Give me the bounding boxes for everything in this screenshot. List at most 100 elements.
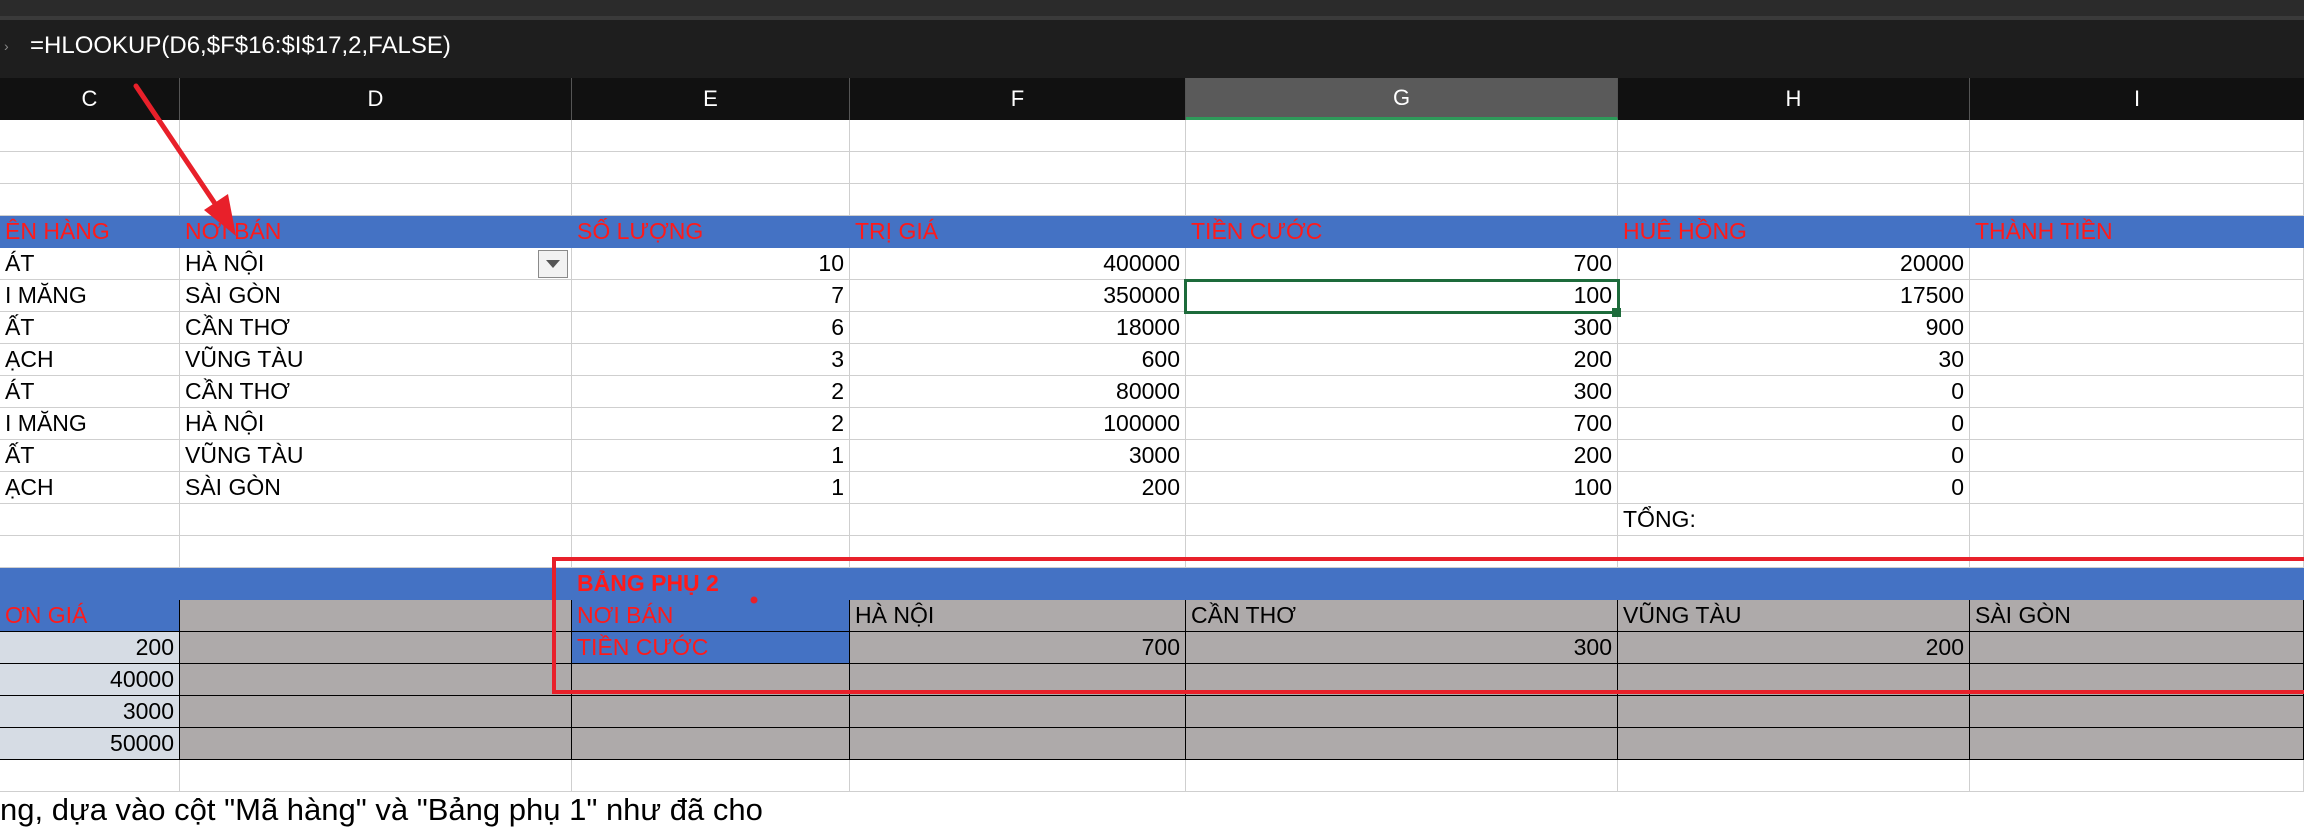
cell[interactable]: [1186, 120, 1618, 152]
cell-tien-cuoc[interactable]: 700: [1186, 408, 1618, 440]
header-hue-hong[interactable]: HUÊ HỒNG: [1618, 216, 1970, 248]
cell[interactable]: [1186, 504, 1618, 536]
cell[interactable]: [572, 120, 850, 152]
cell-noi-ban[interactable]: CẦN THƠ: [180, 376, 572, 408]
cell[interactable]: [1186, 184, 1618, 216]
cell-hue-hong[interactable]: 0: [1618, 440, 1970, 472]
cell-tri-gia[interactable]: 400000: [850, 248, 1186, 280]
cell-so-luong[interactable]: 7: [572, 280, 850, 312]
cell[interactable]: [572, 184, 850, 216]
cell[interactable]: [572, 152, 850, 184]
cell[interactable]: [0, 536, 180, 568]
cell[interactable]: [572, 504, 850, 536]
cell-tien-cuoc[interactable]: 200: [1186, 344, 1618, 376]
cell[interactable]: [0, 184, 180, 216]
cell[interactable]: [180, 600, 572, 632]
cell[interactable]: [180, 536, 572, 568]
cell[interactable]: [850, 728, 1186, 760]
cell-ten-hang[interactable]: ẠCH: [0, 344, 180, 376]
cell[interactable]: [850, 120, 1186, 152]
header-thanh-tien[interactable]: THÀNH TIỀN: [1970, 216, 2304, 248]
aux-table-1-header[interactable]: ƠN GIÁ: [0, 600, 180, 632]
cell[interactable]: [1970, 728, 2304, 760]
cell-thanh-tien[interactable]: [1970, 312, 2304, 344]
cell[interactable]: [1186, 760, 1618, 792]
cell[interactable]: [1970, 696, 2304, 728]
cell[interactable]: [180, 632, 572, 664]
cell-noi-ban[interactable]: HÀ NỘI: [180, 248, 572, 280]
cell-ten-hang[interactable]: ÁT: [0, 248, 180, 280]
cell-tri-gia[interactable]: 600: [850, 344, 1186, 376]
cell-so-luong[interactable]: 2: [572, 376, 850, 408]
cell-tri-gia[interactable]: 3000: [850, 440, 1186, 472]
cell-thanh-tien[interactable]: [1970, 472, 2304, 504]
cell-ten-hang[interactable]: ẤT: [0, 312, 180, 344]
aux-table-1-value[interactable]: 50000: [0, 728, 180, 760]
cell[interactable]: [572, 760, 850, 792]
cell[interactable]: [180, 184, 572, 216]
column-header-c[interactable]: C: [0, 78, 180, 120]
cell-noi-ban[interactable]: VŨNG TÀU: [180, 440, 572, 472]
aux-table-1-value[interactable]: 40000: [0, 664, 180, 696]
cell-tien-cuoc[interactable]: 200: [1186, 440, 1618, 472]
cell[interactable]: [180, 120, 572, 152]
cell-tien-cuoc[interactable]: 700: [1186, 248, 1618, 280]
cell-thanh-tien[interactable]: [1970, 280, 2304, 312]
cell[interactable]: [180, 696, 572, 728]
cell[interactable]: [0, 120, 180, 152]
cell[interactable]: [1618, 760, 1970, 792]
cell[interactable]: [1618, 728, 1970, 760]
column-header-h[interactable]: H: [1618, 78, 1970, 120]
column-header-d[interactable]: D: [180, 78, 572, 120]
cell-hue-hong[interactable]: 0: [1618, 408, 1970, 440]
column-header-g[interactable]: G: [1186, 78, 1618, 120]
cell-noi-ban[interactable]: SÀI GÒN: [180, 472, 572, 504]
cell[interactable]: [1970, 504, 2304, 536]
cell[interactable]: [1970, 184, 2304, 216]
cell-tien-cuoc[interactable]: 300: [1186, 312, 1618, 344]
cell-ten-hang[interactable]: ẠCH: [0, 472, 180, 504]
cell[interactable]: [0, 504, 180, 536]
cell-so-luong[interactable]: 2: [572, 408, 850, 440]
cell-tri-gia[interactable]: 80000: [850, 376, 1186, 408]
cell-hue-hong[interactable]: 0: [1618, 472, 1970, 504]
cell-tri-gia[interactable]: 350000: [850, 280, 1186, 312]
cell[interactable]: [180, 504, 572, 536]
cell[interactable]: [850, 696, 1186, 728]
column-header-f[interactable]: F: [850, 78, 1186, 120]
header-so-luong[interactable]: SỐ LƯỢNG: [572, 216, 850, 248]
cell-hue-hong[interactable]: 0: [1618, 376, 1970, 408]
header-tri-gia[interactable]: TRỊ GIÁ: [850, 216, 1186, 248]
header-noi-ban[interactable]: NƠI BÁN: [180, 216, 572, 248]
cell-tri-gia[interactable]: 200: [850, 472, 1186, 504]
cell-tri-gia[interactable]: 100000: [850, 408, 1186, 440]
cell[interactable]: [1186, 728, 1618, 760]
dropdown-button[interactable]: [538, 250, 568, 278]
cell[interactable]: [0, 152, 180, 184]
cell-tien-cuoc[interactable]: 300: [1186, 376, 1618, 408]
total-label[interactable]: TỔNG:: [1618, 504, 1970, 536]
cell-noi-ban[interactable]: VŨNG TÀU: [180, 344, 572, 376]
cell[interactable]: [1970, 152, 2304, 184]
column-header-e[interactable]: E: [572, 78, 850, 120]
cell[interactable]: [1618, 120, 1970, 152]
cell-ten-hang[interactable]: I MĂNG: [0, 280, 180, 312]
cell[interactable]: [572, 696, 850, 728]
cell-hue-hong[interactable]: 900: [1618, 312, 1970, 344]
cell-ten-hang[interactable]: ÁT: [0, 376, 180, 408]
cell[interactable]: [0, 760, 180, 792]
cell[interactable]: [1970, 120, 2304, 152]
cell[interactable]: [1618, 184, 1970, 216]
cell[interactable]: [1186, 152, 1618, 184]
cell[interactable]: [1618, 696, 1970, 728]
fill-handle[interactable]: [1612, 308, 1621, 317]
cell[interactable]: [180, 728, 572, 760]
formula-input[interactable]: =HLOOKUP(D6,$F$16:$I$17,2,FALSE): [30, 32, 451, 60]
active-cell-selection[interactable]: [1184, 279, 1620, 314]
cell[interactable]: [850, 504, 1186, 536]
cell[interactable]: [180, 760, 572, 792]
cell-noi-ban[interactable]: SÀI GÒN: [180, 280, 572, 312]
cell-so-luong[interactable]: 3: [572, 344, 850, 376]
cell-thanh-tien[interactable]: [1970, 440, 2304, 472]
cell[interactable]: [180, 664, 572, 696]
